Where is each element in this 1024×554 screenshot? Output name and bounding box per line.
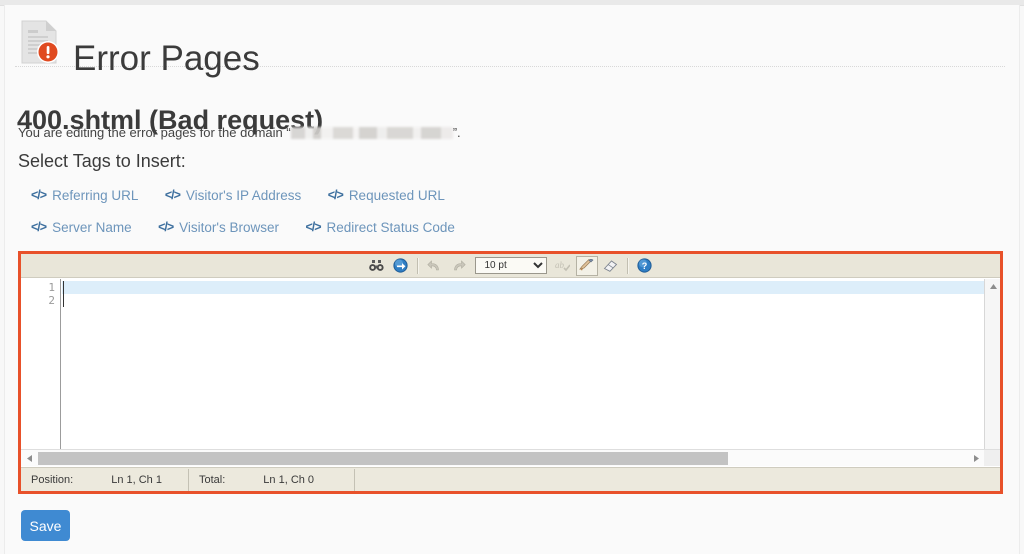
code-icon: </>: [305, 220, 321, 234]
edit-note-suffix: ”.: [452, 125, 461, 140]
code-input-pane[interactable]: [62, 279, 984, 466]
scroll-left-icon[interactable]: [21, 450, 37, 466]
tag-link-label: Referring URL: [52, 187, 139, 203]
tag-link-requested-url[interactable]: </> Requested URL: [328, 188, 445, 203]
tag-link-label: Redirect Status Code: [326, 219, 455, 235]
active-line-highlight: [62, 281, 984, 294]
tag-link-referring-url[interactable]: </> Referring URL: [31, 188, 138, 203]
code-editor-container: 10 pt ab ? 1 2 Position: Ln 1, Ch 1 Tota…: [18, 251, 1003, 494]
status-position-value: Ln 1, Ch 1: [111, 473, 162, 486]
select-tags-label: Select Tags to Insert:: [18, 151, 186, 171]
editor-text-area[interactable]: 1 2: [21, 279, 1000, 466]
editor-toolbar: 10 pt ab ?: [21, 254, 1000, 278]
syntax-highlight-brush-icon[interactable]: [575, 255, 598, 276]
status-total: Total: Ln 1, Ch 0: [189, 468, 355, 491]
line-number-gutter: 1 2: [21, 279, 61, 466]
edit-note-prefix: You are editing the error pages for the …: [18, 125, 291, 140]
tag-link-label: Server Name: [52, 219, 132, 235]
status-spacer: [355, 469, 1000, 491]
line-number: 2: [48, 294, 55, 307]
font-size-select[interactable]: 10 pt: [474, 257, 547, 274]
help-icon[interactable]: ?: [634, 256, 656, 276]
code-editor: 10 pt ab ? 1 2 Position: Ln 1, Ch 1 Tota…: [21, 254, 1000, 491]
redacted-domain: [290, 127, 453, 139]
code-icon: </>: [31, 188, 47, 202]
line-number: 1: [48, 281, 55, 294]
page-header: Error Pages: [15, 12, 1005, 78]
editor-status-bar: Position: Ln 1, Ch 1 Total: Ln 1, Ch 0: [21, 467, 1000, 491]
editor-vertical-scrollbar[interactable]: [984, 279, 1000, 466]
save-button[interactable]: Save: [21, 510, 70, 541]
undo-icon[interactable]: [424, 256, 446, 276]
status-total-value: Ln 1, Ch 0: [263, 473, 315, 486]
tag-link-redirect-status-code[interactable]: </> Redirect Status Code: [305, 220, 454, 235]
tag-link-visitors-browser[interactable]: </> Visitor's Browser: [158, 220, 279, 235]
toolbar-separator: [416, 257, 419, 274]
tag-link-label: Visitor's Browser: [179, 219, 279, 235]
page-title: Error Pages: [73, 39, 260, 79]
code-icon: </>: [158, 220, 174, 234]
code-icon: </>: [327, 188, 344, 202]
goto-line-icon[interactable]: [390, 256, 412, 276]
page-frame: Error Pages 400.shtml (Bad request) You …: [4, 5, 1020, 554]
binoculars-find-icon[interactable]: [366, 256, 388, 276]
scroll-right-icon[interactable]: [968, 450, 984, 466]
scroll-up-icon[interactable]: [985, 279, 1001, 293]
page-root: Error Pages 400.shtml (Bad request) You …: [0, 0, 1024, 554]
editor-horizontal-scrollbar[interactable]: [21, 449, 1000, 466]
edit-domain-note: You are editing the error pages for the …: [18, 125, 461, 140]
toolbar-separator: [626, 257, 629, 274]
redo-icon[interactable]: [448, 256, 470, 276]
tag-links-row-2: </> Server Name </> Visitor's Browser </…: [31, 218, 455, 236]
tag-link-visitors-ip-address[interactable]: </> Visitor's IP Address: [165, 188, 301, 203]
svg-text:?: ?: [642, 261, 648, 271]
status-total-label: Total:: [199, 473, 226, 486]
tag-links-row-1: </> Referring URL </> Visitor's IP Addre…: [31, 186, 445, 204]
svg-text:ab: ab: [555, 260, 565, 270]
status-position-label: Position:: [31, 473, 74, 486]
code-icon: </>: [31, 220, 47, 234]
tag-link-label: Visitor's IP Address: [185, 187, 302, 203]
tag-link-label: Requested URL: [348, 187, 445, 203]
eraser-icon[interactable]: [600, 256, 622, 276]
horizontal-scroll-thumb[interactable]: [38, 452, 728, 465]
status-position: Position: Ln 1, Ch 1: [21, 468, 189, 491]
spellcheck-icon[interactable]: ab: [552, 256, 574, 276]
error-document-icon: [19, 19, 61, 65]
text-cursor: [63, 281, 64, 307]
scrollbar-corner: [984, 450, 1000, 466]
tag-link-server-name[interactable]: </> Server Name: [31, 220, 132, 235]
code-icon: </>: [164, 188, 181, 202]
